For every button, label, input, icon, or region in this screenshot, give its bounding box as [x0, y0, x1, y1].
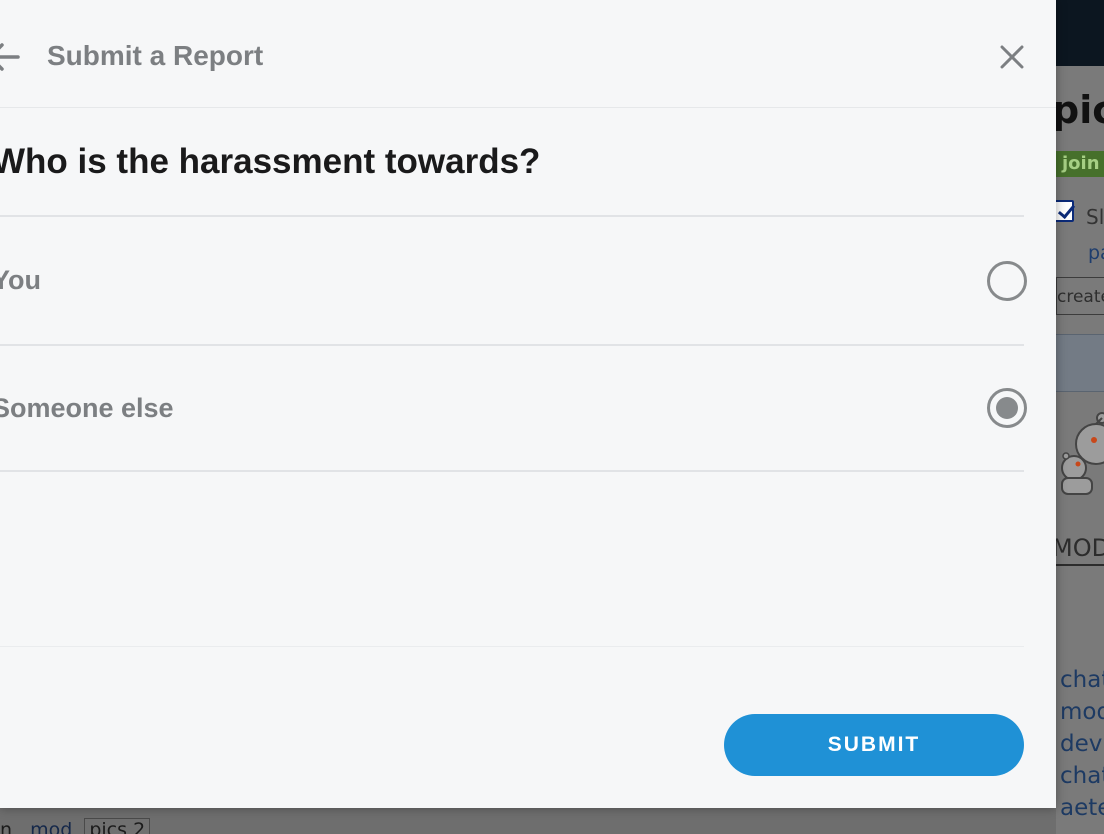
footer-divider	[0, 646, 1024, 647]
submit-button[interactable]: SUBMIT	[724, 714, 1024, 776]
background-tag-fragment: n	[0, 819, 13, 834]
background-band	[1056, 334, 1104, 392]
report-modal: Submit a Report Who is the harassment to…	[0, 0, 1056, 808]
background-tag-pics: pics 2	[84, 818, 151, 834]
background-create-box: create	[1056, 277, 1104, 315]
background-top-bar	[1056, 0, 1104, 66]
background-checkbox-label: Sl	[1086, 205, 1104, 229]
option-you[interactable]: You	[0, 217, 1040, 344]
option-label: You	[0, 265, 41, 295]
modal-header: Submit a Report	[0, 0, 1056, 108]
background-moderators-heading: MOD	[1052, 534, 1104, 566]
background-bottom-strip: n mod pics 2	[0, 808, 1056, 834]
background-link-list: chat mod dev chat aete	[1060, 664, 1104, 824]
background-create-text: create	[1057, 287, 1104, 307]
background-subreddit-title: pic	[1052, 88, 1104, 132]
background-link-item: mod	[1060, 699, 1104, 725]
background-tag-row: n mod pics 2	[0, 818, 151, 834]
background-link: pa	[1088, 242, 1104, 264]
background-link-item: chat	[1060, 667, 1104, 693]
close-icon[interactable]	[996, 41, 1028, 73]
mascot-icon	[1061, 412, 1104, 495]
radio-button-checked[interactable]	[987, 388, 1027, 428]
modal-title: Submit a Report	[47, 40, 264, 71]
radio-button-unchecked[interactable]	[987, 261, 1027, 301]
question-heading: Who is the harassment towards?	[0, 142, 541, 181]
background-join-button: join	[1056, 151, 1104, 177]
option-someone-else[interactable]: Someone else	[0, 346, 1040, 470]
divider	[0, 470, 1024, 472]
background-tag-mod: mod	[30, 819, 73, 834]
background-checkbox	[1054, 200, 1074, 222]
background-link-item: aete	[1060, 795, 1104, 821]
background-link-item: chat	[1060, 763, 1104, 789]
background-mascot-image	[1056, 404, 1104, 500]
background-link-item: dev	[1060, 731, 1103, 757]
back-arrow-icon[interactable]	[0, 42, 22, 72]
option-label: Someone else	[0, 393, 174, 423]
